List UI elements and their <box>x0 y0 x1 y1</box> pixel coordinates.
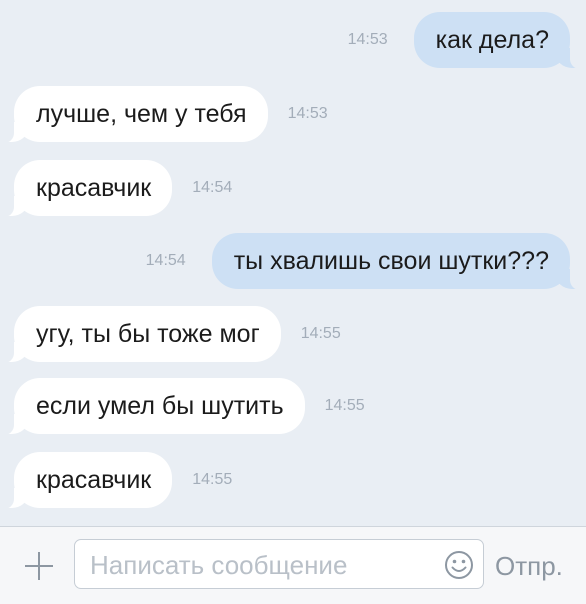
message-row-incoming: красавчик 14:55 <box>1 452 233 509</box>
message-row-incoming: красавчик 14:54 <box>1 160 233 217</box>
message-text: если умел бы шутить <box>36 392 284 420</box>
smile-icon[interactable] <box>443 549 475 581</box>
message-text: угу, ты бы тоже мог <box>36 320 260 348</box>
message-text: красавчик <box>36 466 152 494</box>
message-bubble-incoming[interactable]: красавчик <box>1 452 173 509</box>
send-button[interactable]: Отпр. <box>495 551 563 581</box>
message-bubble-incoming[interactable]: угу, ты бы тоже мог <box>2 306 281 363</box>
message-row-outgoing: 14:54 ты хвалишь свои шутки??? <box>145 233 583 290</box>
message-time: 14:55 <box>192 471 233 488</box>
message-text: лучше, чем у тебя <box>36 100 247 128</box>
message-bubble-incoming[interactable]: если умел бы шутить <box>2 378 305 435</box>
message-composer: Написать сообщение Отпр. <box>0 526 586 604</box>
message-row-incoming: лучше, чем у тебя 14:53 <box>2 86 328 143</box>
plus-icon[interactable] <box>22 549 56 583</box>
message-time: 14:53 <box>287 105 328 122</box>
message-row-incoming: угу, ты бы тоже мог 14:55 <box>2 306 341 363</box>
message-bubble-outgoing[interactable]: как дела? <box>413 12 583 69</box>
message-time: 14:53 <box>347 31 388 48</box>
message-input-placeholder: Написать сообщение <box>90 550 348 580</box>
message-input[interactable]: Написать сообщение <box>74 539 484 589</box>
message-time: 14:55 <box>324 397 365 414</box>
message-time: 14:54 <box>192 179 233 196</box>
message-row-outgoing: 14:53 как дела? <box>347 12 583 69</box>
message-text: как дела? <box>435 26 549 54</box>
message-bubble-outgoing[interactable]: ты хвалишь свои шутки??? <box>211 233 583 290</box>
message-time: 14:54 <box>145 252 186 269</box>
message-bubble-incoming[interactable]: лучше, чем у тебя <box>2 86 268 143</box>
message-text: красавчик <box>36 174 152 202</box>
message-row-incoming: если умел бы шутить 14:55 <box>2 378 365 435</box>
message-text: ты хвалишь свои шутки??? <box>233 247 549 275</box>
message-time: 14:55 <box>300 325 341 342</box>
message-list[interactable]: 14:53 как дела? лучше, чем у тебя 14:53 … <box>0 0 586 526</box>
message-bubble-incoming[interactable]: красавчик <box>1 160 173 217</box>
